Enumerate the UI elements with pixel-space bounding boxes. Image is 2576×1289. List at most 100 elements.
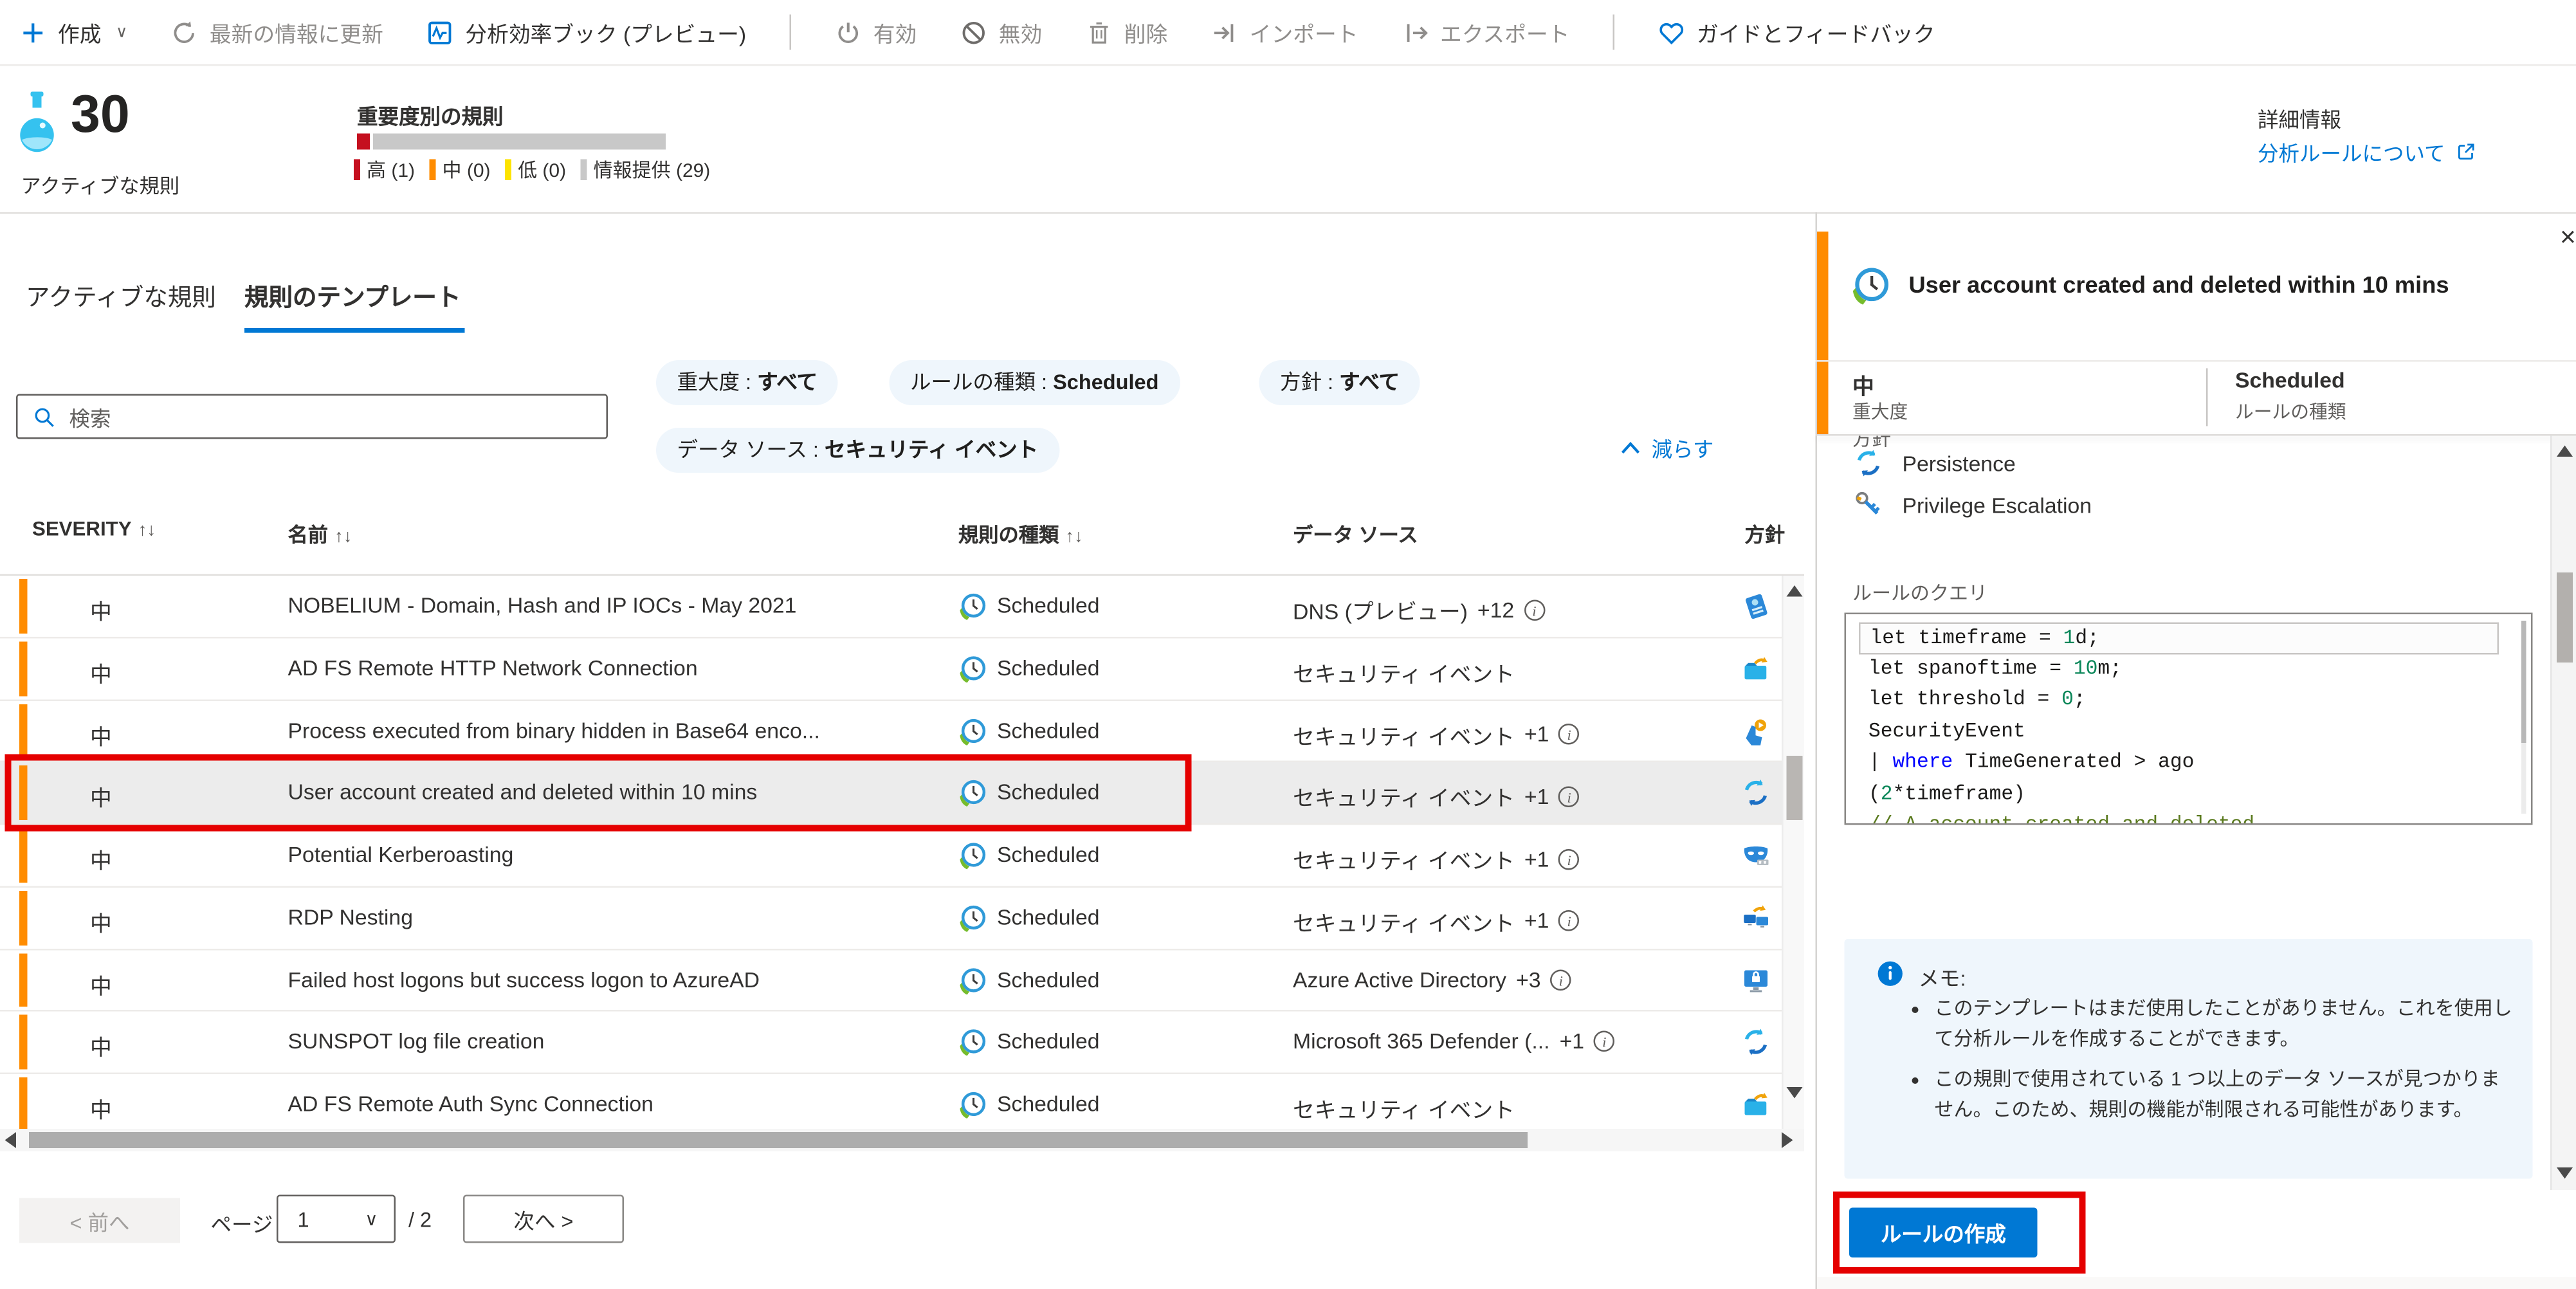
table-row[interactable]: 中NOBELIUM - Domain, Hash and IP IOCs - M…	[0, 576, 1804, 638]
query-line: let spanoftime = 10m;	[1868, 654, 2122, 685]
guides-feedback-button[interactable]: ガイドとフィードバック	[1658, 16, 1935, 48]
filter-pill-1[interactable]: 重大度 : すべて	[656, 360, 839, 405]
legend-color-marker	[354, 160, 360, 181]
next-page-button[interactable]: 次へ >	[463, 1195, 624, 1243]
severity-bar-segment	[357, 134, 369, 150]
scrollbar-thumb[interactable]	[1787, 756, 1803, 820]
info-icon[interactable]: i	[1558, 724, 1580, 745]
filter-name: 重大度 :	[677, 370, 758, 394]
scroll-down-arrow[interactable]	[1787, 1087, 1803, 1099]
rule-query-label: ルールのクエリ	[1852, 579, 1987, 607]
collapse-filters-link[interactable]: 減らす	[1621, 433, 1713, 464]
filter-pill-4[interactable]: データ ソース : セキュリティ イベント	[656, 428, 1059, 473]
note-title: メモ:	[1919, 962, 1966, 992]
table-row[interactable]: 中AD FS Remote HTTP Network ConnectionSch…	[0, 638, 1804, 700]
scheduled-clock-icon	[1851, 266, 1892, 306]
row-rule-type: Scheduled	[997, 718, 1100, 742]
row-severity: 中	[90, 780, 112, 812]
import-button: インポート	[1211, 16, 1358, 48]
toolbar-item-label: 有効	[873, 16, 917, 48]
info-icon[interactable]: i	[1558, 911, 1580, 932]
rule-template-table: 中 NOBELIUM - Domain, Hash and IP IOCs - M…	[0, 576, 1804, 1129]
row-rule-name: RDP Nesting	[288, 905, 413, 929]
page-label: ページ	[211, 1208, 273, 1239]
disable-button: 無効	[960, 16, 1043, 48]
row-rule-type: Scheduled	[997, 967, 1100, 992]
create-rule-button[interactable]: ルールの作成	[1849, 1208, 2038, 1258]
severity-color-bar	[19, 766, 28, 820]
filter-pill-2[interactable]: ルールの種類 : Scheduled	[890, 360, 1180, 405]
severity-color-bar	[19, 579, 28, 633]
column-header-data-source[interactable]: データ ソース	[1293, 518, 1418, 549]
table-row[interactable]: 中User account created and deleted within…	[0, 763, 1804, 825]
toolbar-item-label: ガイドとフィードバック	[1697, 16, 1935, 48]
tab-active-rules[interactable]: アクティブな規則	[26, 280, 216, 314]
panel-vertical-scrollbar[interactable]	[2550, 436, 2576, 1191]
scroll-right-arrow[interactable]	[1782, 1132, 1793, 1148]
row-rule-name: AD FS Remote Auth Sync Connection	[288, 1092, 653, 1117]
column-header-tactics[interactable]: 方針	[1745, 518, 1786, 549]
toolbar-item-label: インポート	[1250, 16, 1358, 48]
table-row[interactable]: 中SUNSPOT log file creationScheduledMicro…	[0, 1012, 1804, 1074]
row-rule-name: SUNSPOT log file creation	[288, 1030, 545, 1054]
tactic-label: Persistence	[1903, 451, 2016, 475]
query-scrollbar[interactable]	[2521, 621, 2526, 814]
analytics-workbook-button[interactable]: 分析効率ブック (プレビュー)	[426, 16, 746, 48]
panel-title: User account created and deleted within …	[1909, 273, 2539, 299]
row-severity: 中	[90, 1092, 112, 1124]
scroll-left-arrow[interactable]	[5, 1132, 17, 1148]
import-icon	[1211, 19, 1239, 46]
page-select[interactable]: 1 ∨	[277, 1195, 396, 1243]
note-bullet: この規則で使用されている 1 つ以上のデータ ソースが見つかりません。このため、…	[1935, 1065, 2514, 1124]
severity-legend: 高 (1)中 (0)低 (0)情報提供 (29)	[354, 156, 710, 184]
legend-label: 中 (0)	[443, 156, 491, 184]
table-row[interactable]: 中Potential KerberoastingScheduledセキュリティ …	[0, 825, 1804, 888]
tab-rule-templates[interactable]: 規則のテンプレート	[244, 280, 461, 314]
create-button[interactable]: 作成∨	[19, 16, 127, 48]
table-horizontal-scrollbar[interactable]	[0, 1129, 1804, 1151]
table-row[interactable]: 中AD FS Remote Auth Sync ConnectionSchedu…	[0, 1074, 1804, 1129]
id-badge-icon	[1740, 590, 1772, 623]
row-rule-name: NOBELIUM - Domain, Hash and IP IOCs - Ma…	[288, 594, 797, 618]
row-source-extra: +1	[1524, 784, 1549, 809]
info-icon[interactable]: i	[1594, 1031, 1615, 1052]
table-row[interactable]: 中RDP NestingScheduledセキュリティ イベント+1i	[0, 887, 1804, 949]
info-icon[interactable]: i	[1524, 599, 1545, 620]
row-source-extra: +1	[1524, 846, 1549, 871]
close-icon[interactable]: ×	[2560, 222, 2576, 254]
row-severity: 中	[90, 843, 112, 875]
legend-item: 中 (0)	[430, 156, 491, 184]
table-row[interactable]: 中Failed host logons but success logon to…	[0, 949, 1804, 1012]
info-icon[interactable]: i	[1551, 969, 1572, 990]
scroll-up-arrow[interactable]	[2557, 446, 2573, 457]
flask-icon	[19, 90, 55, 164]
previous-page-button[interactable]: < 前へ	[19, 1198, 180, 1243]
info-icon[interactable]: i	[1558, 786, 1580, 807]
row-source-extra: +1	[1524, 909, 1549, 933]
scrollbar-thumb[interactable]	[29, 1132, 1528, 1148]
severity-stacked-bar	[357, 134, 666, 150]
search-input[interactable]: 検索	[16, 394, 608, 439]
row-severity: 中	[90, 718, 112, 750]
scrollbar-thumb[interactable]	[2557, 572, 2573, 663]
learn-more-link[interactable]: 分析ルールについて	[2258, 137, 2476, 168]
info-icon[interactable]: i	[1558, 848, 1580, 870]
column-header-name[interactable]: 名前↑↓	[288, 518, 352, 549]
persistence-icon	[1740, 1027, 1772, 1059]
rule-query-box[interactable]: let timeframe = 1d;let spanoftime = 10m;…	[1845, 613, 2533, 825]
table-row[interactable]: 中Process executed from binary hidden in …	[0, 700, 1804, 763]
table-vertical-scrollbar[interactable]	[1782, 576, 1804, 1129]
enable-button: 有効	[835, 16, 917, 48]
info-icon	[1877, 960, 1905, 988]
collection-icon	[1740, 652, 1772, 684]
plus-icon	[19, 19, 47, 46]
panel-divider-line	[1816, 360, 2576, 362]
scroll-up-arrow[interactable]	[1787, 585, 1803, 597]
scroll-down-arrow[interactable]	[2557, 1167, 2573, 1179]
active-rules-label: アクティブな規則	[21, 169, 180, 200]
filter-pill-3[interactable]: 方針 : すべて	[1259, 360, 1421, 405]
column-header-severity[interactable]: SEVERITY↑↓	[32, 518, 156, 540]
column-header-rule-type[interactable]: 規則の種類↑↓	[958, 518, 1083, 549]
toolbar-item-label: エクスポート	[1440, 16, 1570, 48]
legend-label: 高 (1)	[367, 156, 415, 184]
